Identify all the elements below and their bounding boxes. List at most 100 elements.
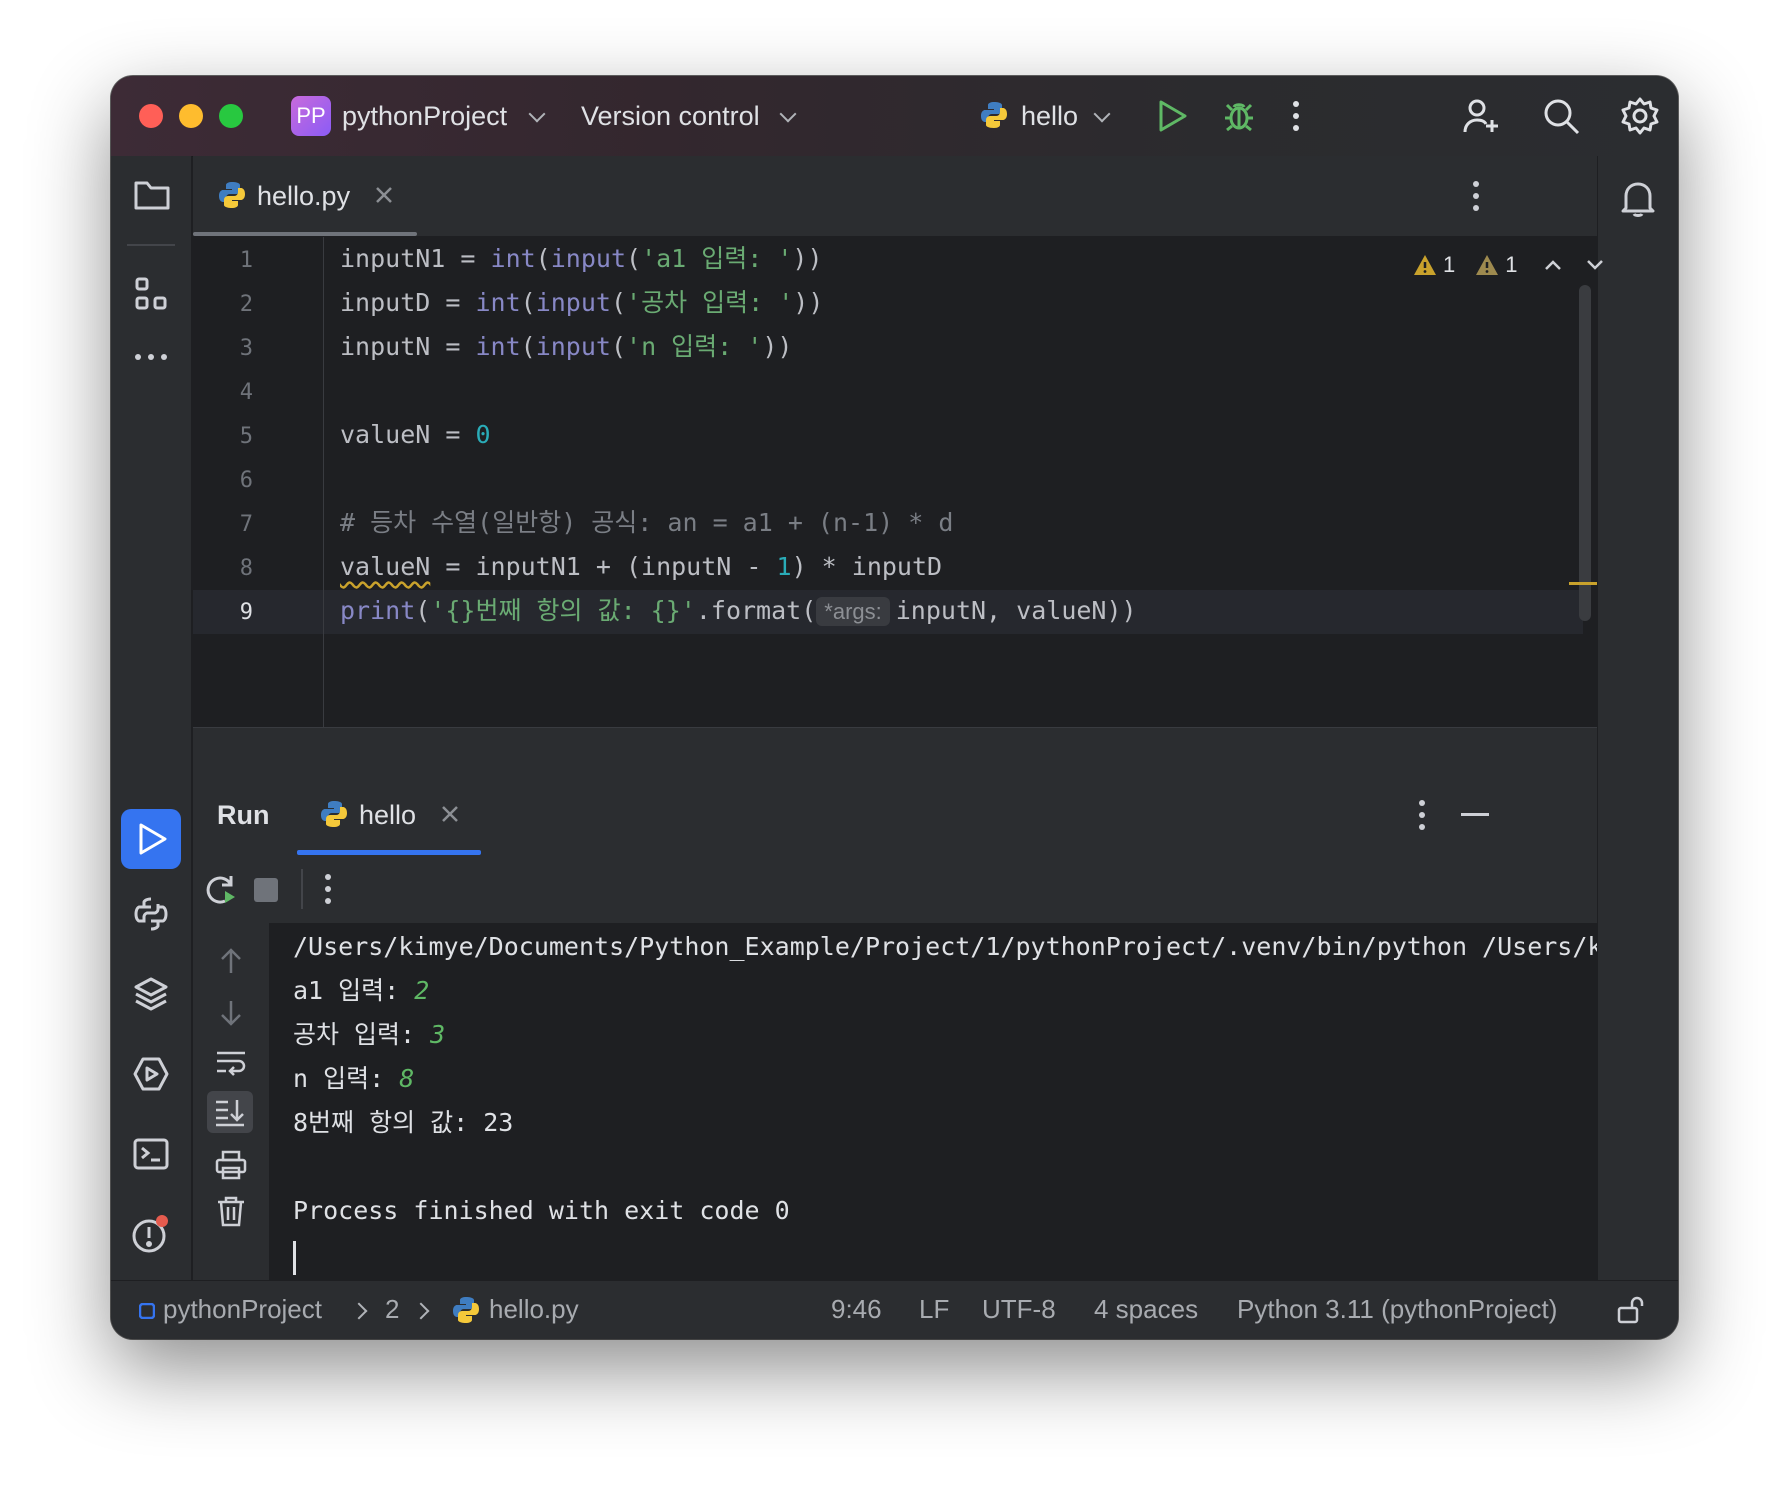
breadcrumb-project[interactable]: pythonProject (163, 1291, 322, 1327)
indent-setting[interactable]: 4 spaces (1094, 1291, 1198, 1327)
rerun-icon[interactable] (203, 871, 239, 907)
run-toolbar (193, 855, 1597, 924)
minimize-window-button[interactable] (179, 104, 203, 128)
more-tools-icon[interactable] (133, 352, 169, 362)
python-icon (319, 799, 349, 829)
close-window-button[interactable] (139, 104, 163, 128)
breadcrumb-folder[interactable]: 2 (385, 1291, 399, 1327)
line-number: 1 (239, 248, 253, 273)
debug-icon[interactable] (1221, 98, 1257, 134)
active-tab-indicator (193, 232, 417, 236)
notifications-bell-icon[interactable] (1618, 178, 1658, 218)
console-line: a1 입력: 2 (293, 976, 430, 1005)
run-tool-button[interactable] (121, 809, 181, 869)
trash-icon[interactable] (215, 1195, 247, 1227)
python-file-icon (451, 1295, 481, 1325)
weak-warning-icon (1476, 255, 1499, 275)
warning-stripe-marker[interactable] (1569, 582, 1597, 585)
console-result-line: 8번째 항의 값: 23 (293, 1108, 514, 1137)
title-bar: PP pythonProject Version control hello (111, 76, 1678, 157)
print-icon[interactable] (215, 1149, 247, 1181)
zoom-window-button[interactable] (219, 104, 243, 128)
arrow-up-icon[interactable] (217, 947, 245, 975)
line-number: 2 (239, 292, 253, 317)
stop-icon[interactable] (253, 877, 279, 903)
structure-icon[interactable] (133, 276, 169, 312)
code-line-5: valueN = 0 (340, 420, 491, 449)
search-icon[interactable] (1541, 96, 1581, 136)
console-command-line: /Users/kimye/Documents/Python_Example/Pr… (293, 932, 1597, 961)
gear-icon[interactable] (1620, 96, 1660, 136)
panel-options-icon[interactable] (1417, 797, 1427, 833)
right-tool-strip (1597, 156, 1678, 1281)
arrow-down-icon[interactable] (217, 999, 245, 1027)
warning-count: 1 (1443, 252, 1456, 277)
add-user-icon[interactable] (1461, 96, 1501, 136)
code-editor[interactable]: 1 2 3 4 5 6 7 8 9 inputN1 = int(input('a… (193, 237, 1603, 727)
run-panel-header: Run hello (193, 775, 1597, 856)
minimize-panel-icon[interactable] (1461, 813, 1489, 817)
console-line: n 입력: 8 (293, 1064, 415, 1093)
breadcrumb-file[interactable]: hello.py (489, 1291, 579, 1327)
chevron-down-icon (528, 105, 546, 123)
tab-label: hello.py (257, 181, 351, 211)
close-tab-icon[interactable] (375, 186, 393, 204)
line-number: 3 (239, 336, 253, 361)
code-line-2: inputD = int(input('공차 입력: ')) (340, 288, 824, 317)
code-line-3: inputN = int(input('n 입력: ')) (340, 332, 793, 361)
scroll-to-end-button[interactable] (207, 1091, 253, 1133)
console-line: 공차 입력: 3 (293, 1020, 446, 1049)
run-icon[interactable] (1155, 98, 1189, 134)
code-line-8: valueN = inputN1 + (inputN - 1) * inputD (340, 552, 943, 581)
lock-icon[interactable] (1616, 1295, 1646, 1325)
tab-options-icon[interactable] (1471, 178, 1481, 214)
console-exit-line: Process finished with exit code 0 (293, 1196, 790, 1225)
console-side-toolbar (193, 923, 269, 1281)
soft-wrap-icon[interactable] (215, 1047, 247, 1079)
weak-warning-count: 1 (1505, 252, 1518, 277)
run-icon (139, 823, 167, 855)
close-tab-icon[interactable] (441, 805, 459, 823)
chevron-down-icon (779, 105, 797, 123)
code-line-9: print('{}번째 항의 값: {}'.format(*args: input… (340, 596, 1137, 626)
run-tab-hello[interactable]: hello (297, 775, 481, 855)
editor-tab-hello-py[interactable]: hello.py (215, 156, 415, 236)
chevron-down-icon (1093, 105, 1111, 123)
chevron-right-icon (350, 1302, 368, 1320)
problems-icon[interactable] (131, 1214, 171, 1254)
left-tool-strip (111, 156, 192, 1334)
parameter-hint: *args: (816, 597, 890, 626)
python-console-icon[interactable] (133, 896, 169, 932)
more-actions-icon[interactable] (1291, 98, 1301, 134)
file-encoding[interactable]: UTF-8 (982, 1291, 1056, 1327)
console-output[interactable]: /Users/kimye/Documents/Python_Example/Pr… (269, 923, 1597, 1281)
editor-scrollbar[interactable] (1579, 285, 1591, 621)
panel-splitter[interactable] (193, 727, 1597, 776)
project-badge[interactable]: PP (291, 96, 331, 136)
status-bar: pythonProject 2 hello.py 9:46 LF UTF-8 4… (111, 1280, 1678, 1339)
gutter-separator (323, 237, 324, 727)
terminal-icon[interactable] (133, 1136, 169, 1172)
line-number: 7 (239, 512, 253, 537)
version-control-button[interactable]: Version control (581, 98, 760, 134)
module-icon (139, 1303, 155, 1319)
line-number: 5 (239, 424, 253, 449)
code-line-1: inputN1 = int(input('a1 입력: ')) (340, 244, 823, 273)
caret-position[interactable]: 9:46 (831, 1291, 882, 1327)
ide-window: PP pythonProject Version control hello h… (111, 76, 1678, 1339)
folder-icon[interactable] (133, 178, 171, 212)
chevron-right-icon (412, 1302, 430, 1320)
line-number: 4 (239, 380, 253, 405)
line-separator[interactable]: LF (919, 1291, 949, 1327)
line-number: 9 (239, 600, 253, 625)
python-interpreter[interactable]: Python 3.11 (pythonProject) (1237, 1291, 1557, 1327)
layers-icon[interactable] (133, 976, 169, 1012)
project-name-button[interactable]: pythonProject (342, 98, 507, 134)
run-config-selector[interactable]: hello (1021, 98, 1078, 134)
inspection-widget[interactable]: 1 1 (1413, 247, 1604, 283)
services-icon[interactable] (133, 1056, 169, 1092)
line-number: 8 (239, 556, 253, 581)
python-icon (979, 100, 1009, 130)
more-actions-icon[interactable] (323, 871, 333, 907)
run-panel-title: Run (217, 800, 270, 830)
